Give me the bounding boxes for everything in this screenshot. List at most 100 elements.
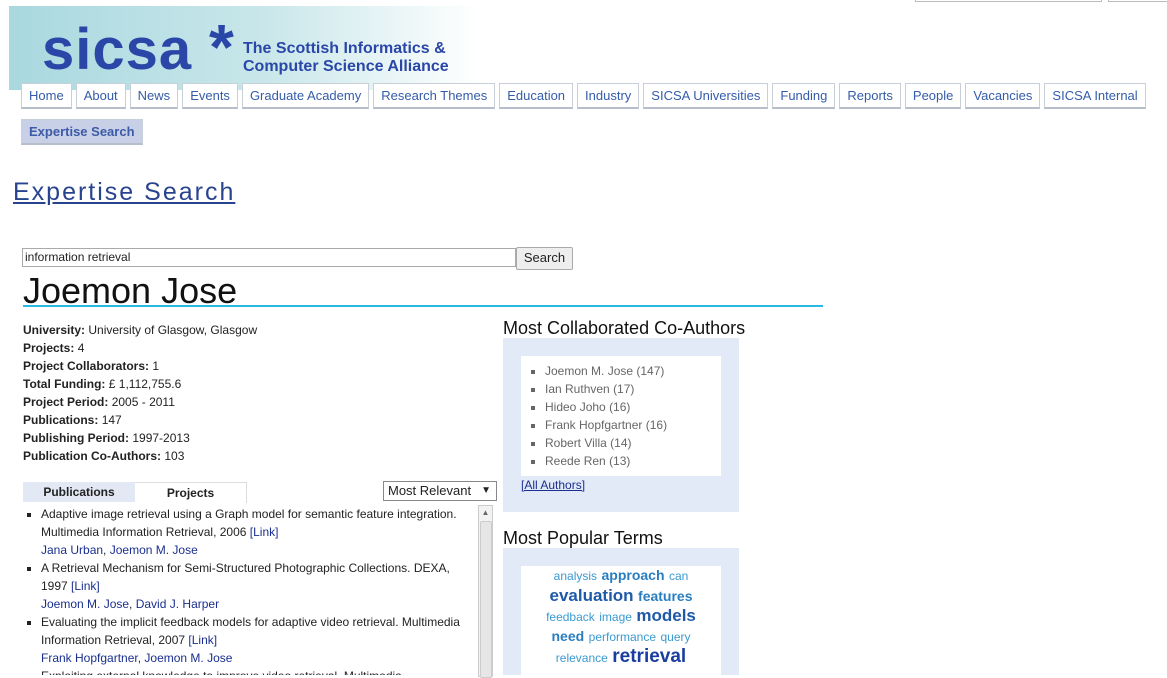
coauthor-count: (17): [613, 382, 635, 396]
tab-publications[interactable]: Publications: [23, 482, 135, 502]
info-value: 1: [152, 359, 160, 373]
list-item: A Retrieval Mechanism for Semi-Structure…: [41, 559, 478, 613]
site-tagline: The Scottish Informatics & Computer Scie…: [243, 40, 449, 76]
term-relevance[interactable]: relevance: [556, 651, 608, 665]
publication-scrollbar[interactable]: ▲: [478, 505, 493, 678]
publication-link[interactable]: [Link]: [71, 579, 100, 593]
term-line: feedback image models: [521, 606, 721, 627]
person-info: University: University of Glasgow, Glasg…: [23, 321, 257, 465]
publication-title: Evaluating the implicit feedback models …: [41, 615, 460, 647]
coauthor-item: Frank Hopfgartner (16): [545, 416, 721, 434]
coauthor-item: Joemon M. Jose (147): [545, 362, 721, 380]
term-evaluation[interactable]: evaluation: [549, 586, 633, 605]
coauthor-count: (13): [609, 454, 631, 468]
coauthor-link[interactable]: Hideo Joho: [545, 400, 606, 414]
nav-item-sicsa-internal[interactable]: SICSA Internal: [1044, 83, 1146, 109]
result-tabs: Publications Projects: [23, 482, 247, 503]
info-label: Total Funding:: [23, 377, 106, 391]
nav-item-funding[interactable]: Funding: [772, 83, 836, 109]
info-row: Project Period: 2005 - 2011: [23, 393, 257, 411]
all-authors-link[interactable]: [All Authors]: [521, 478, 585, 492]
tagline-line-2: Computer Science Alliance: [243, 58, 449, 75]
coauthor-link[interactable]: Frank Hopfgartner: [545, 418, 642, 432]
coauthor-item: Reede Ren (13): [545, 452, 721, 470]
term-image[interactable]: image: [599, 610, 632, 624]
info-label: Project Collaborators:: [23, 359, 150, 373]
sort-select[interactable]: Most Relevant ▼: [383, 481, 497, 501]
coauthors-list: Joemon M. Jose (147) Ian Ruthven (17) Hide…: [521, 356, 721, 476]
terms-box: analysis approach can evaluation features…: [503, 548, 739, 675]
list-item: Evaluating the implicit feedback models …: [41, 613, 478, 667]
term-approach[interactable]: approach: [601, 567, 664, 583]
main-nav: Home About News Events Graduate Academy Resea…: [21, 83, 1161, 155]
term-performance[interactable]: performance: [589, 630, 656, 644]
scroll-up-icon[interactable]: ▲: [479, 506, 492, 519]
nav-item-sicsa-universities[interactable]: SICSA Universities: [643, 83, 769, 109]
author-link[interactable]: Frank Hopfgartner: [41, 651, 138, 665]
coauthor-item: Hideo Joho (16): [545, 398, 721, 416]
info-label: Publishing Period:: [23, 431, 130, 445]
publication-authors: Frank Hopfgartner, Joemon M. Jose: [41, 651, 233, 665]
expertise-search-input[interactable]: information retrieval: [22, 248, 516, 267]
terms-title: Most Popular Terms: [503, 528, 663, 548]
nav-item-home[interactable]: Home: [21, 83, 72, 109]
nav-item-about[interactable]: About: [75, 83, 126, 109]
search-button[interactable]: Search: [516, 247, 573, 270]
author-link[interactable]: Joemon M. Jose: [110, 543, 198, 557]
coauthor-link[interactable]: Robert Villa: [545, 436, 607, 450]
title-divider: [23, 305, 823, 307]
term-analysis[interactable]: analysis: [554, 569, 597, 583]
nav-item-industry[interactable]: Industry: [577, 83, 640, 109]
info-value: 147: [101, 413, 122, 427]
term-features[interactable]: features: [638, 588, 692, 604]
top-search-button[interactable]: [1108, 0, 1167, 2]
nav-item-people[interactable]: People: [904, 83, 962, 109]
term-line: relevance retrieval: [521, 647, 721, 668]
coauthor-link[interactable]: Joemon M. Jose: [545, 364, 633, 378]
author-link[interactable]: Joemon M. Jose: [41, 597, 129, 611]
term-can[interactable]: can: [669, 569, 688, 583]
scroll-thumb[interactable]: [480, 521, 492, 678]
term-need[interactable]: need: [552, 628, 585, 644]
publication-link[interactable]: [Link]: [250, 525, 279, 539]
coauthor-count: (16): [645, 418, 668, 432]
publication-title: A Retrieval Mechanism for Semi-Structure…: [41, 561, 450, 593]
term-retrieval[interactable]: retrieval: [612, 646, 686, 667]
nav-item-graduate-academy[interactable]: Graduate Academy: [241, 83, 370, 109]
term-models[interactable]: models: [636, 606, 696, 625]
coauthor-link[interactable]: Reede Ren: [545, 454, 606, 468]
nav-item-vacancies[interactable]: Vacancies: [965, 83, 1041, 109]
nav-item-research-themes[interactable]: Research Themes: [373, 83, 496, 109]
tab-projects[interactable]: Projects: [135, 482, 247, 503]
author-link[interactable]: David J. Harper: [136, 597, 219, 611]
term-query[interactable]: query: [660, 630, 690, 644]
nav-item-news[interactable]: News: [129, 83, 179, 109]
author-link[interactable]: Joemon M. Jose: [144, 651, 232, 665]
term-line: analysis approach can: [521, 566, 721, 586]
info-row: Total Funding: £ 1,112,755.6: [23, 375, 257, 393]
info-row: Projects: 4: [23, 339, 257, 357]
info-value: 2005 - 2011: [111, 395, 175, 409]
chevron-down-icon: ▼: [481, 485, 491, 496]
nav-item-education[interactable]: Education: [499, 83, 574, 109]
top-search-input[interactable]: [915, 0, 1102, 2]
info-value: 4: [77, 341, 85, 355]
coauthor-item: Robert Villa (14): [545, 434, 721, 452]
info-value: 103: [164, 449, 185, 463]
term-feedback[interactable]: feedback: [546, 610, 595, 624]
site-banner[interactable]: sicsa * The Scottish Informatics & Compu…: [9, 6, 479, 90]
coauthor-link[interactable]: Ian Ruthven: [545, 382, 610, 396]
info-value: University of Glasgow, Glasgow: [88, 323, 258, 337]
sort-selected-value: Most Relevant: [388, 483, 472, 498]
info-label: Publication Co-Authors:: [23, 449, 161, 463]
nav-item-reports[interactable]: Reports: [839, 83, 901, 109]
nav-item-events[interactable]: Events: [182, 83, 238, 109]
info-label: Project Period:: [23, 395, 109, 409]
list-item: Exploiting external knowledge to improve…: [41, 667, 478, 675]
info-value: £ 1,112,755.6: [108, 377, 182, 391]
publication-link[interactable]: [Link]: [188, 633, 217, 647]
nav-item-expertise-search[interactable]: Expertise Search: [21, 119, 143, 145]
coauthor-count: (147): [636, 364, 665, 378]
info-row: Publication Co-Authors: 103: [23, 447, 257, 465]
author-link[interactable]: Jana Urban: [41, 543, 103, 557]
